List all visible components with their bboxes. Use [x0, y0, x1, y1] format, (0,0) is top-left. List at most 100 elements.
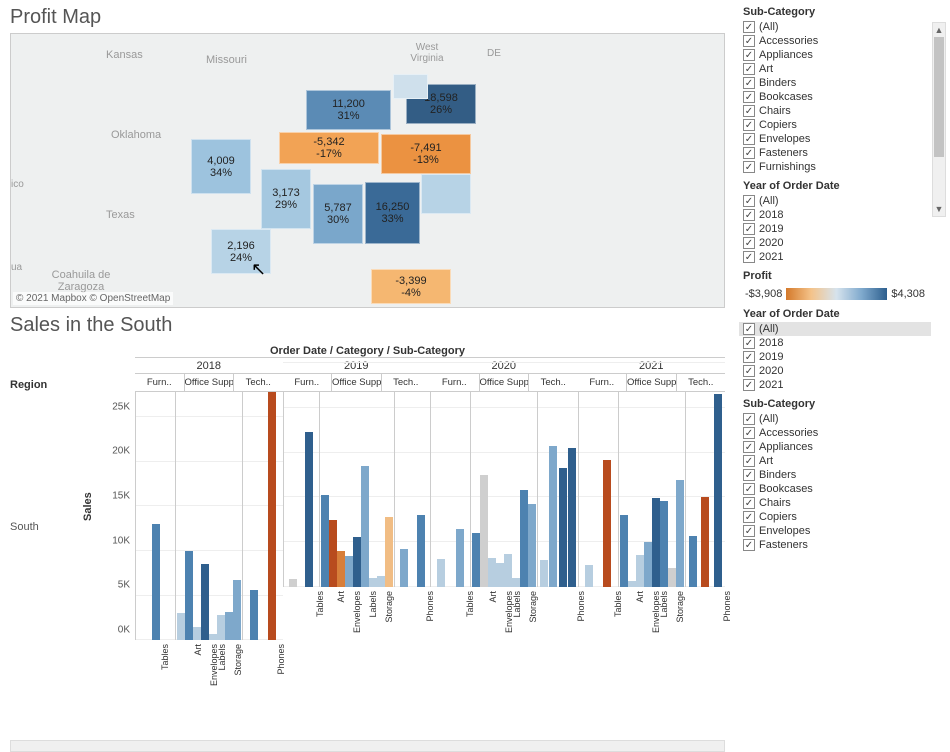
- bar-storage[interactable]: [225, 612, 233, 641]
- filter-item[interactable]: ✓2021: [739, 250, 931, 264]
- bar-paper[interactable]: [512, 578, 520, 587]
- bar-phones[interactable]: [268, 392, 276, 640]
- bar-phones[interactable]: [417, 515, 425, 586]
- profit-legend[interactable]: -$3,908$4,308: [745, 286, 925, 302]
- filter-item[interactable]: ✓Bookcases: [739, 482, 931, 496]
- bar-tables[interactable]: [603, 460, 611, 587]
- filter-item[interactable]: ✓2020: [739, 364, 931, 378]
- bar-art[interactable]: [329, 520, 337, 587]
- checkbox-icon[interactable]: ✓: [743, 441, 755, 453]
- filter-item[interactable]: ✓Art: [739, 454, 931, 468]
- sales-chart[interactable]: Order Date / Category / Sub-Category Reg…: [10, 341, 725, 711]
- filter-item[interactable]: ✓Copiers: [739, 118, 931, 132]
- bar-paper[interactable]: [660, 501, 668, 587]
- checkbox-icon[interactable]: ✓: [743, 119, 755, 131]
- checkbox-icon[interactable]: ✓: [743, 469, 755, 481]
- state-northcarolina[interactable]: -7,491-13%: [381, 134, 471, 174]
- filter-item[interactable]: ✓Envelopes: [739, 524, 931, 538]
- filter-item[interactable]: ✓2019: [739, 350, 931, 364]
- checkbox-icon[interactable]: ✓: [743, 483, 755, 495]
- filter-item[interactable]: ✓Bookcases: [739, 90, 931, 104]
- bar-binders[interactable]: [337, 551, 345, 587]
- filter-item[interactable]: ✓2018: [739, 208, 931, 222]
- checkbox-icon[interactable]: ✓: [743, 337, 755, 349]
- bar-copiers[interactable]: [549, 446, 557, 586]
- bar-art[interactable]: [480, 475, 488, 587]
- bar-tables[interactable]: [152, 524, 160, 640]
- filter-item[interactable]: ✓Chairs: [739, 104, 931, 118]
- checkbox-icon[interactable]: ✓: [743, 161, 755, 173]
- bar-binders[interactable]: [488, 558, 496, 587]
- filter-item[interactable]: ✓2019: [739, 222, 931, 236]
- checkbox-icon[interactable]: ✓: [743, 133, 755, 145]
- profit-map[interactable]: Kansas Missouri Oklahoma Texas Coahuila …: [10, 33, 725, 308]
- state-kentucky[interactable]: 11,20031%: [306, 90, 391, 130]
- checkbox-icon[interactable]: ✓: [743, 511, 755, 523]
- horizontal-scrollbar[interactable]: [10, 740, 725, 752]
- scroll-up-icon[interactable]: ▲: [933, 23, 945, 37]
- bar-storage[interactable]: [668, 568, 676, 587]
- bar-bookcases[interactable]: [289, 579, 297, 586]
- bar-appliances[interactable]: [472, 533, 480, 587]
- checkbox-icon[interactable]: ✓: [743, 195, 755, 207]
- filter-item[interactable]: ✓Accessories: [739, 426, 931, 440]
- filter-item[interactable]: ✓Fasteners: [739, 146, 931, 160]
- state-georgia[interactable]: 16,25033%: [365, 182, 420, 244]
- bar-paper[interactable]: [369, 578, 377, 587]
- state-louisiana[interactable]: 2,19624%: [211, 229, 271, 274]
- bar-labels[interactable]: [361, 466, 369, 587]
- checkbox-icon[interactable]: ✓: [743, 209, 755, 221]
- bar-labels[interactable]: [504, 554, 512, 587]
- state-florida[interactable]: -3,399-4%: [371, 269, 451, 304]
- filter-item[interactable]: ✓Art: [739, 62, 931, 76]
- bar-envelopes[interactable]: [496, 563, 504, 586]
- bar-appliances[interactable]: [177, 613, 185, 640]
- filter-item[interactable]: ✓(All): [739, 20, 931, 34]
- subcat-scrollbar[interactable]: ▲ ▼: [932, 22, 946, 217]
- filter-item[interactable]: ✓Appliances: [739, 440, 931, 454]
- bar-accessories[interactable]: [689, 536, 697, 587]
- bar-binders[interactable]: [636, 555, 644, 586]
- bar-appliances[interactable]: [321, 495, 329, 586]
- checkbox-icon[interactable]: ✓: [743, 63, 755, 75]
- bar-accessories[interactable]: [540, 560, 548, 587]
- bar-supplies[interactable]: [528, 504, 536, 587]
- bar-storage[interactable]: [377, 576, 385, 587]
- checkbox-icon[interactable]: ✓: [743, 223, 755, 235]
- state-mississippi[interactable]: 3,17329%: [261, 169, 311, 229]
- checkbox-icon[interactable]: ✓: [743, 525, 755, 537]
- filter-item[interactable]: ✓Binders: [739, 468, 931, 482]
- checkbox-icon[interactable]: ✓: [743, 21, 755, 33]
- bar-envelopes[interactable]: [201, 564, 209, 640]
- filter-item[interactable]: ✓Binders: [739, 76, 931, 90]
- checkbox-icon[interactable]: ✓: [743, 237, 755, 249]
- filter-item[interactable]: ✓Furnishings: [739, 160, 931, 174]
- bar-labels[interactable]: [652, 498, 660, 586]
- state-tennessee[interactable]: -5,342-17%: [279, 132, 379, 164]
- bar-storage[interactable]: [520, 490, 528, 586]
- bar-accessories[interactable]: [400, 549, 408, 587]
- bar-machines[interactable]: [701, 497, 709, 586]
- bar-supplies[interactable]: [385, 517, 393, 587]
- bar-binders[interactable]: [193, 627, 201, 640]
- checkbox-icon[interactable]: ✓: [743, 35, 755, 47]
- bar-paper[interactable]: [217, 615, 225, 640]
- filter-item[interactable]: ✓Copiers: [739, 510, 931, 524]
- checkbox-icon[interactable]: ✓: [743, 49, 755, 61]
- bar-appliances[interactable]: [620, 515, 628, 586]
- filter-item[interactable]: ✓2021: [739, 378, 931, 392]
- state-southcarolina[interactable]: [421, 174, 471, 214]
- filter-item[interactable]: ✓(All): [739, 194, 931, 208]
- checkbox-icon[interactable]: ✓: [743, 539, 755, 551]
- checkbox-icon[interactable]: ✓: [743, 323, 755, 335]
- checkbox-icon[interactable]: ✓: [743, 497, 755, 509]
- scroll-down-icon[interactable]: ▼: [933, 202, 945, 216]
- bar-envelopes[interactable]: [644, 542, 652, 587]
- bar-machines[interactable]: [559, 468, 567, 587]
- checkbox-icon[interactable]: ✓: [743, 105, 755, 117]
- checkbox-icon[interactable]: ✓: [743, 351, 755, 363]
- filter-item[interactable]: ✓Envelopes: [739, 132, 931, 146]
- bar-envelopes[interactable]: [345, 556, 353, 586]
- bar-fasteners[interactable]: [353, 537, 361, 586]
- filter-item[interactable]: ✓2018: [739, 336, 931, 350]
